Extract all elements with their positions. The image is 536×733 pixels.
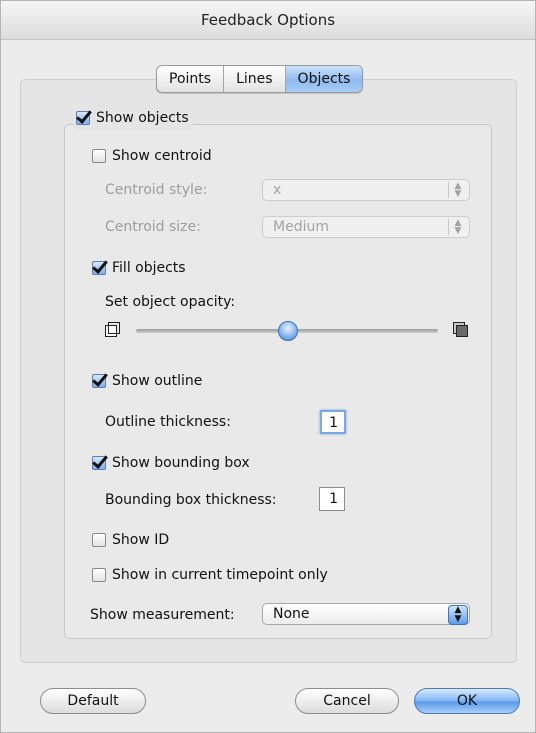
show-objects-label: Show objects [96, 110, 189, 126]
outline-thickness-field[interactable]: 1 [320, 410, 346, 434]
show-current-checkbox[interactable] [92, 568, 106, 582]
opacity-slider-knob[interactable] [278, 321, 298, 341]
centroid-style-label: Centroid style: [105, 182, 208, 198]
popup-arrows-icon: ▲ ▼ [448, 219, 467, 236]
show-outline-row[interactable]: Show outline [92, 370, 202, 392]
show-id-label: Show ID [112, 532, 170, 548]
tab-bar: Points Lines Objects [156, 65, 364, 93]
fill-objects-checkbox[interactable] [92, 261, 106, 275]
opaque-icon [456, 325, 468, 337]
fill-objects-label: Fill objects [112, 260, 186, 276]
centroid-size-value: Medium [273, 219, 329, 235]
centroid-size-label: Centroid size: [105, 219, 201, 235]
popup-arrows-icon: ▲ ▼ [448, 605, 468, 625]
cancel-button[interactable]: Cancel [295, 688, 399, 714]
show-centroid-label: Show centroid [112, 148, 212, 164]
show-objects-checkbox[interactable] [76, 111, 90, 125]
show-current-label: Show in current timepoint only [112, 567, 328, 583]
show-bbox-checkbox[interactable] [92, 456, 106, 470]
popup-arrows-icon: ▲ ▼ [448, 182, 467, 199]
show-outline-checkbox[interactable] [92, 374, 106, 388]
tab-points[interactable]: Points [157, 66, 225, 92]
opacity-label: Set object opacity: [105, 294, 236, 310]
outline-thickness-label: Outline thickness: [105, 414, 231, 430]
show-bbox-label: Show bounding box [112, 455, 250, 471]
transparent-icon-back [108, 322, 120, 334]
centroid-style-value: x [273, 182, 282, 198]
show-id-checkbox[interactable] [92, 533, 106, 547]
show-outline-label: Show outline [112, 373, 203, 389]
measurement-value: None [273, 606, 310, 622]
show-id-row[interactable]: Show ID [92, 529, 169, 551]
show-centroid-checkbox[interactable] [92, 149, 106, 163]
tab-lines[interactable]: Lines [224, 66, 286, 92]
measurement-select[interactable]: None ▲ ▼ [262, 603, 470, 625]
bbox-thickness-label: Bounding box thickness: [105, 492, 277, 508]
window-title: Feedback Options [1, 1, 535, 40]
show-objects-checkbox-row[interactable]: Show objects [74, 106, 193, 130]
centroid-style-select[interactable]: x ▲ ▼ [262, 179, 470, 201]
ok-button[interactable]: OK [414, 688, 520, 714]
centroid-size-select[interactable]: Medium ▲ ▼ [262, 216, 470, 238]
default-button[interactable]: Default [40, 688, 146, 714]
bbox-thickness-field[interactable]: 1 [319, 487, 345, 511]
measurement-label: Show measurement: [90, 607, 235, 623]
tab-objects[interactable]: Objects [285, 66, 363, 92]
feedback-options-dialog: Feedback Options Points Lines Objects Sh… [0, 0, 536, 733]
fill-objects-row[interactable]: Fill objects [92, 257, 186, 279]
show-current-row[interactable]: Show in current timepoint only [92, 564, 328, 586]
show-centroid-row[interactable]: Show centroid [92, 145, 212, 167]
show-bbox-row[interactable]: Show bounding box [92, 452, 250, 474]
